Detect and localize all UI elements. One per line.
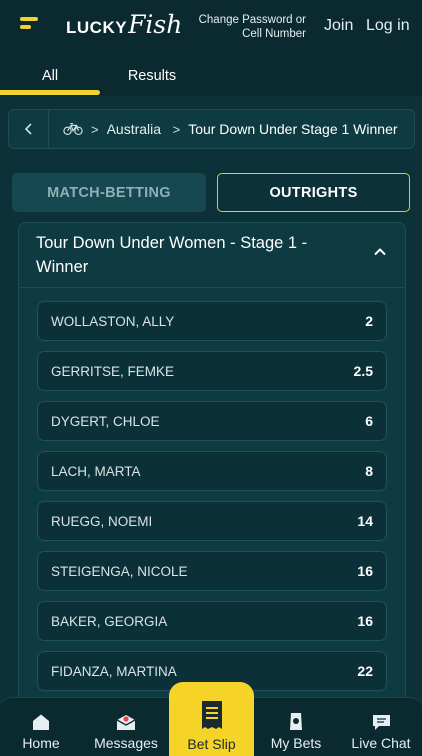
runner-name: STEIGENGA, NICOLE bbox=[51, 563, 188, 579]
back-chevron-icon[interactable] bbox=[9, 110, 49, 148]
runner-row[interactable]: GERRITSE, FEMKE 2.5 bbox=[37, 351, 387, 391]
runner-row[interactable]: DYGERT, CHLOE 6 bbox=[37, 401, 387, 441]
runner-odds: 16 bbox=[357, 563, 373, 579]
divider bbox=[19, 287, 405, 288]
nav-bet-slip[interactable]: Bet Slip bbox=[169, 682, 254, 756]
nav-bet-slip-label: Bet Slip bbox=[187, 736, 236, 752]
breadcrumb-country[interactable]: Australia bbox=[107, 121, 165, 137]
runner-name: GERRITSE, FEMKE bbox=[51, 363, 175, 379]
home-icon bbox=[33, 714, 49, 730]
market-panel: Tour Down Under Women - Stage 1 - Winner… bbox=[18, 222, 406, 722]
runner-row[interactable]: STEIGENGA, NICOLE 16 bbox=[37, 551, 387, 591]
runner-name: BAKER, GEORGIA bbox=[51, 613, 168, 629]
active-tab-indicator bbox=[0, 90, 100, 95]
nav-my-bets[interactable]: My Bets bbox=[264, 698, 328, 756]
receipt-icon bbox=[201, 701, 222, 729]
breadcrumb-separator-icon: > bbox=[172, 121, 181, 137]
app-header: LUCKY Fish Change Password or Cell Numbe… bbox=[0, 0, 422, 55]
nav-home[interactable]: Home bbox=[12, 698, 70, 756]
market-title: Tour Down Under Women - Stage 1 - Winner bbox=[36, 234, 308, 276]
nav-live-chat[interactable]: Live Chat bbox=[342, 698, 420, 756]
runner-odds: 8 bbox=[365, 463, 373, 479]
outrights-button[interactable]: OUTRIGHTS bbox=[217, 173, 410, 212]
nav-home-label: Home bbox=[22, 735, 60, 751]
runner-row[interactable]: LACH, MARTA 8 bbox=[37, 451, 387, 491]
breadcrumb: > Australia > Tour Down Under Stage 1 Wi… bbox=[8, 109, 415, 149]
login-button[interactable]: Log in bbox=[366, 17, 410, 35]
nav-live-chat-label: Live Chat bbox=[351, 735, 411, 751]
logo-fish: Fish bbox=[128, 10, 183, 39]
breadcrumb-event[interactable]: Tour Down Under Stage 1 Winner bbox=[188, 121, 404, 137]
logo-lucky: LUCKY bbox=[66, 18, 128, 37]
logo[interactable]: LUCKY Fish bbox=[66, 10, 182, 42]
runner-name: FIDANZA, MARTINA bbox=[51, 663, 177, 679]
nav-messages[interactable]: Messages bbox=[88, 698, 164, 756]
runner-odds: 2 bbox=[365, 313, 373, 329]
tab-results[interactable]: Results bbox=[100, 55, 204, 96]
runner-odds: 22 bbox=[357, 663, 373, 679]
runner-name: RUEGG, NOEMI bbox=[51, 513, 153, 529]
my-bets-icon bbox=[290, 713, 302, 730]
envelope-icon bbox=[116, 715, 136, 730]
runner-name: DYGERT, CHLOE bbox=[51, 413, 160, 429]
runner-odds: 6 bbox=[365, 413, 373, 429]
nav-my-bets-label: My Bets bbox=[270, 735, 322, 751]
match-betting-button[interactable]: MATCH-BETTING bbox=[12, 173, 206, 212]
breadcrumb-separator-icon: > bbox=[91, 121, 99, 137]
runner-name: LACH, MARTA bbox=[51, 463, 141, 479]
runner-odds: 14 bbox=[357, 513, 373, 529]
runner-row[interactable]: WOLLASTON, ALLY 2 bbox=[37, 301, 387, 341]
change-password-link[interactable]: Change Password or Cell Number bbox=[190, 13, 306, 41]
menu-icon[interactable] bbox=[20, 16, 42, 34]
runner-name: WOLLASTON, ALLY bbox=[51, 313, 175, 329]
nav-messages-label: Messages bbox=[94, 735, 158, 751]
chat-bubble-icon bbox=[372, 715, 390, 730]
bicycle-icon bbox=[63, 122, 83, 136]
join-button[interactable]: Join bbox=[324, 17, 353, 35]
chevron-up-icon[interactable] bbox=[373, 245, 387, 259]
runner-odds: 2.5 bbox=[353, 363, 373, 379]
runner-row[interactable]: RUEGG, NOEMI 14 bbox=[37, 501, 387, 541]
runner-odds: 16 bbox=[357, 613, 373, 629]
runner-row[interactable]: BAKER, GEORGIA 16 bbox=[37, 601, 387, 641]
